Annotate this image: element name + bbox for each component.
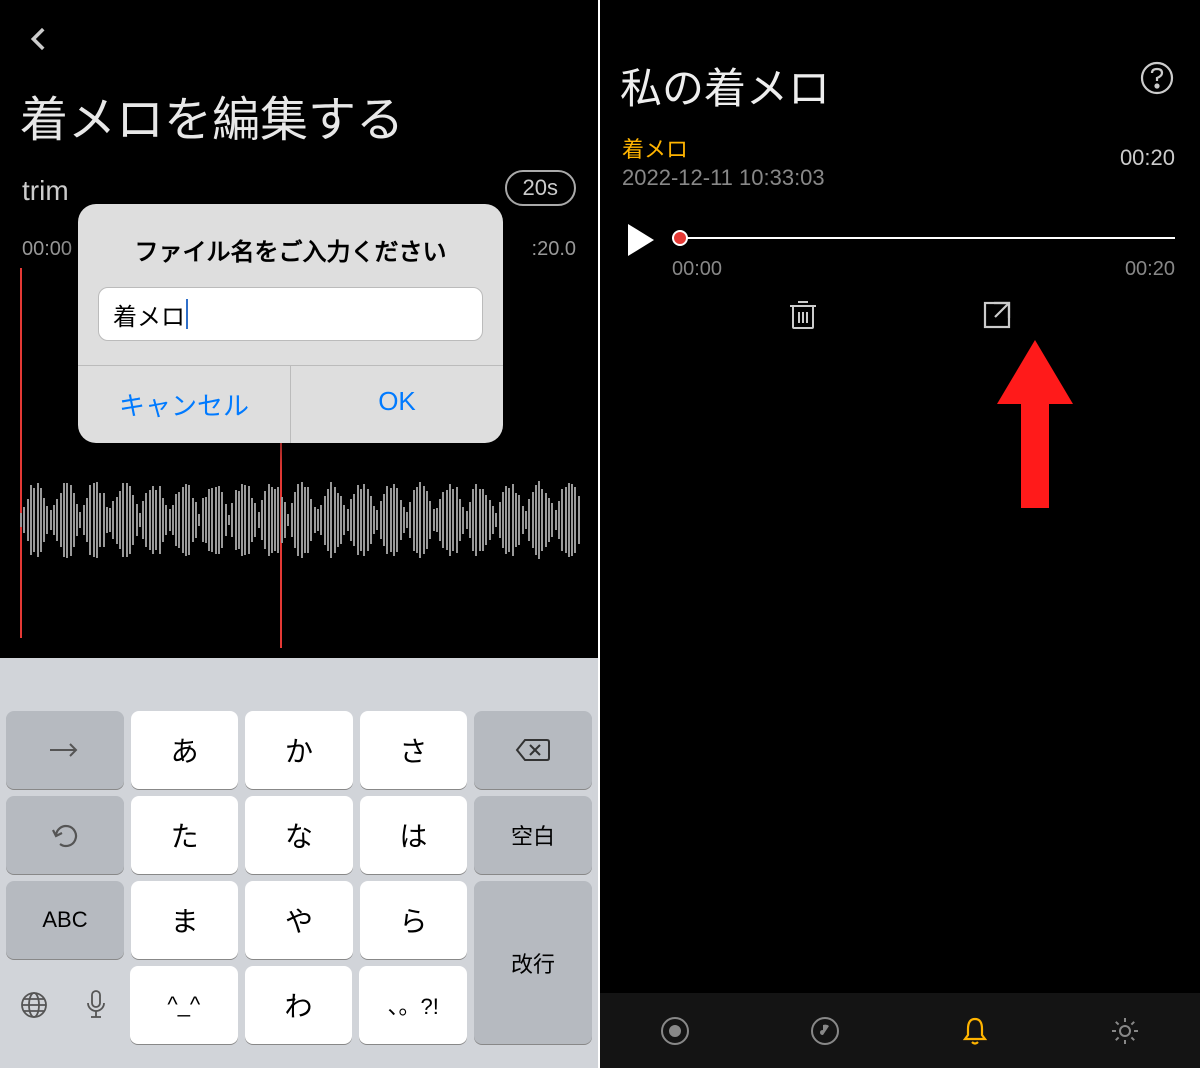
page-title: 私の着メロ — [620, 55, 830, 116]
input-value: 着メロ — [113, 297, 185, 332]
key-punct[interactable]: 、。?! — [359, 966, 467, 1044]
key-ta[interactable]: た — [131, 796, 238, 874]
tab-bar — [600, 993, 1200, 1068]
key-wa[interactable]: わ — [245, 966, 353, 1044]
delete-icon[interactable] — [786, 298, 820, 332]
key-a[interactable]: あ — [131, 711, 238, 789]
key-next[interactable] — [6, 711, 124, 789]
key-globe[interactable] — [6, 966, 61, 1044]
key-ya[interactable]: や — [245, 881, 352, 959]
progress-end-time: 00:20 — [1125, 258, 1175, 281]
back-button[interactable] — [22, 22, 56, 56]
trim-label: trim — [22, 175, 69, 207]
play-button[interactable] — [622, 222, 658, 258]
ringtone-name[interactable]: 着メロ — [622, 132, 688, 164]
key-mic[interactable] — [68, 966, 123, 1044]
filename-input[interactable]: 着メロ — [98, 287, 483, 341]
keyboard: あ か さ た な は 空白 ABC ま や ら 改行 ^_^ わ 、。?! — [0, 658, 598, 1068]
ok-button[interactable]: OK — [291, 366, 503, 443]
timeline-end: :20.0 — [532, 238, 576, 261]
key-na[interactable]: な — [245, 796, 352, 874]
key-backspace[interactable] — [474, 711, 592, 789]
key-emoji[interactable]: ^_^ — [130, 966, 238, 1044]
key-sa[interactable]: さ — [360, 711, 467, 789]
export-icon[interactable] — [980, 298, 1014, 332]
cancel-button[interactable]: キャンセル — [78, 366, 291, 443]
key-ra[interactable]: ら — [360, 881, 467, 959]
dialog-title: ファイル名をご入力ください — [78, 204, 503, 287]
ringtone-duration: 00:20 — [1120, 145, 1175, 171]
tab-music-icon[interactable] — [809, 1015, 841, 1047]
tab-record-icon[interactable] — [659, 1015, 691, 1047]
progress-start-time: 00:00 — [672, 258, 722, 281]
page-title: 着メロを編集する — [20, 80, 404, 150]
tab-settings-icon[interactable] — [1109, 1015, 1141, 1047]
key-undo[interactable] — [6, 796, 124, 874]
key-ha[interactable]: は — [360, 796, 467, 874]
duration-badge[interactable]: 20s — [505, 170, 576, 206]
progress-bar[interactable] — [672, 237, 1175, 239]
tab-bell-icon[interactable] — [959, 1015, 991, 1047]
waveform[interactable] — [20, 430, 578, 610]
filename-dialog: ファイル名をご入力ください 着メロ キャンセル OK — [78, 204, 503, 443]
help-icon[interactable] — [1139, 60, 1175, 96]
progress-knob[interactable] — [672, 230, 688, 246]
key-ka[interactable]: か — [245, 711, 352, 789]
timeline-start: 00:00 — [22, 238, 72, 261]
ringtone-date: 2022-12-11 10:33:03 — [622, 165, 825, 191]
annotation-arrow — [995, 340, 1075, 510]
key-space[interactable]: 空白 — [474, 796, 592, 874]
key-abc[interactable]: ABC — [6, 881, 124, 959]
key-ma[interactable]: ま — [131, 881, 238, 959]
